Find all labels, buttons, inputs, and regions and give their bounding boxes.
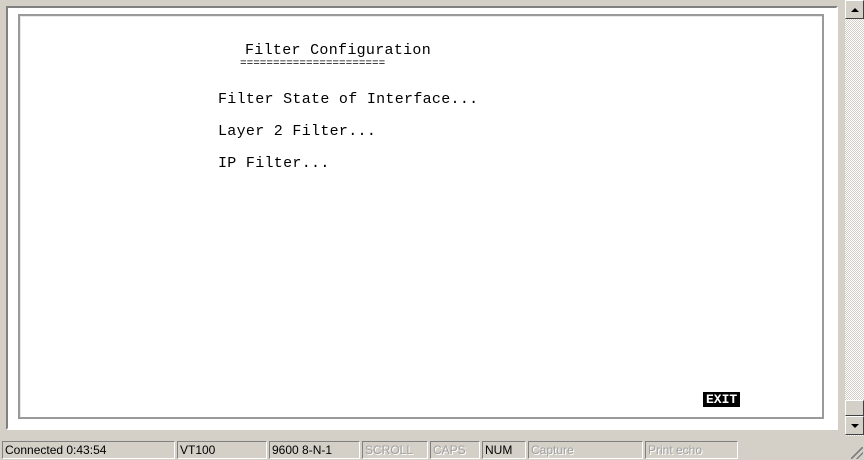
scroll-up-icon xyxy=(850,7,859,12)
screen-title-underline: ====================== xyxy=(240,58,386,70)
terminal-screen[interactable]: Filter Configuration ===================… xyxy=(18,14,824,419)
status-caps: CAPS xyxy=(430,441,480,459)
status-emulation: VT100 xyxy=(177,441,267,459)
scroll-down-icon xyxy=(850,423,859,428)
status-connected: Connected 0:43:54 xyxy=(2,441,175,459)
exit-button[interactable]: EXIT xyxy=(703,392,741,407)
status-print-echo: Print echo xyxy=(645,441,738,459)
vertical-scrollbar[interactable] xyxy=(845,0,864,436)
menu-item-ip-filter[interactable]: IP Filter... xyxy=(218,155,330,172)
status-num: NUM xyxy=(482,441,526,459)
status-capture: Capture xyxy=(528,441,643,459)
status-port-settings: 9600 8-N-1 xyxy=(269,441,360,459)
terminal-window: Filter Configuration ===================… xyxy=(0,0,843,436)
menu-item-filter-state[interactable]: Filter State of Interface... xyxy=(218,91,478,108)
resize-grip-icon[interactable] xyxy=(851,447,863,459)
menu-item-layer2-filter[interactable]: Layer 2 Filter... xyxy=(218,123,376,140)
status-bar: Connected 0:43:54 VT100 9600 8-N-1 SCROL… xyxy=(0,439,864,460)
screen-title: Filter Configuration xyxy=(245,42,432,59)
scroll-up-button[interactable] xyxy=(845,0,864,19)
scroll-down-button[interactable] xyxy=(845,416,864,435)
scroll-thumb[interactable] xyxy=(845,400,864,416)
status-scroll: SCROLL xyxy=(362,441,428,459)
